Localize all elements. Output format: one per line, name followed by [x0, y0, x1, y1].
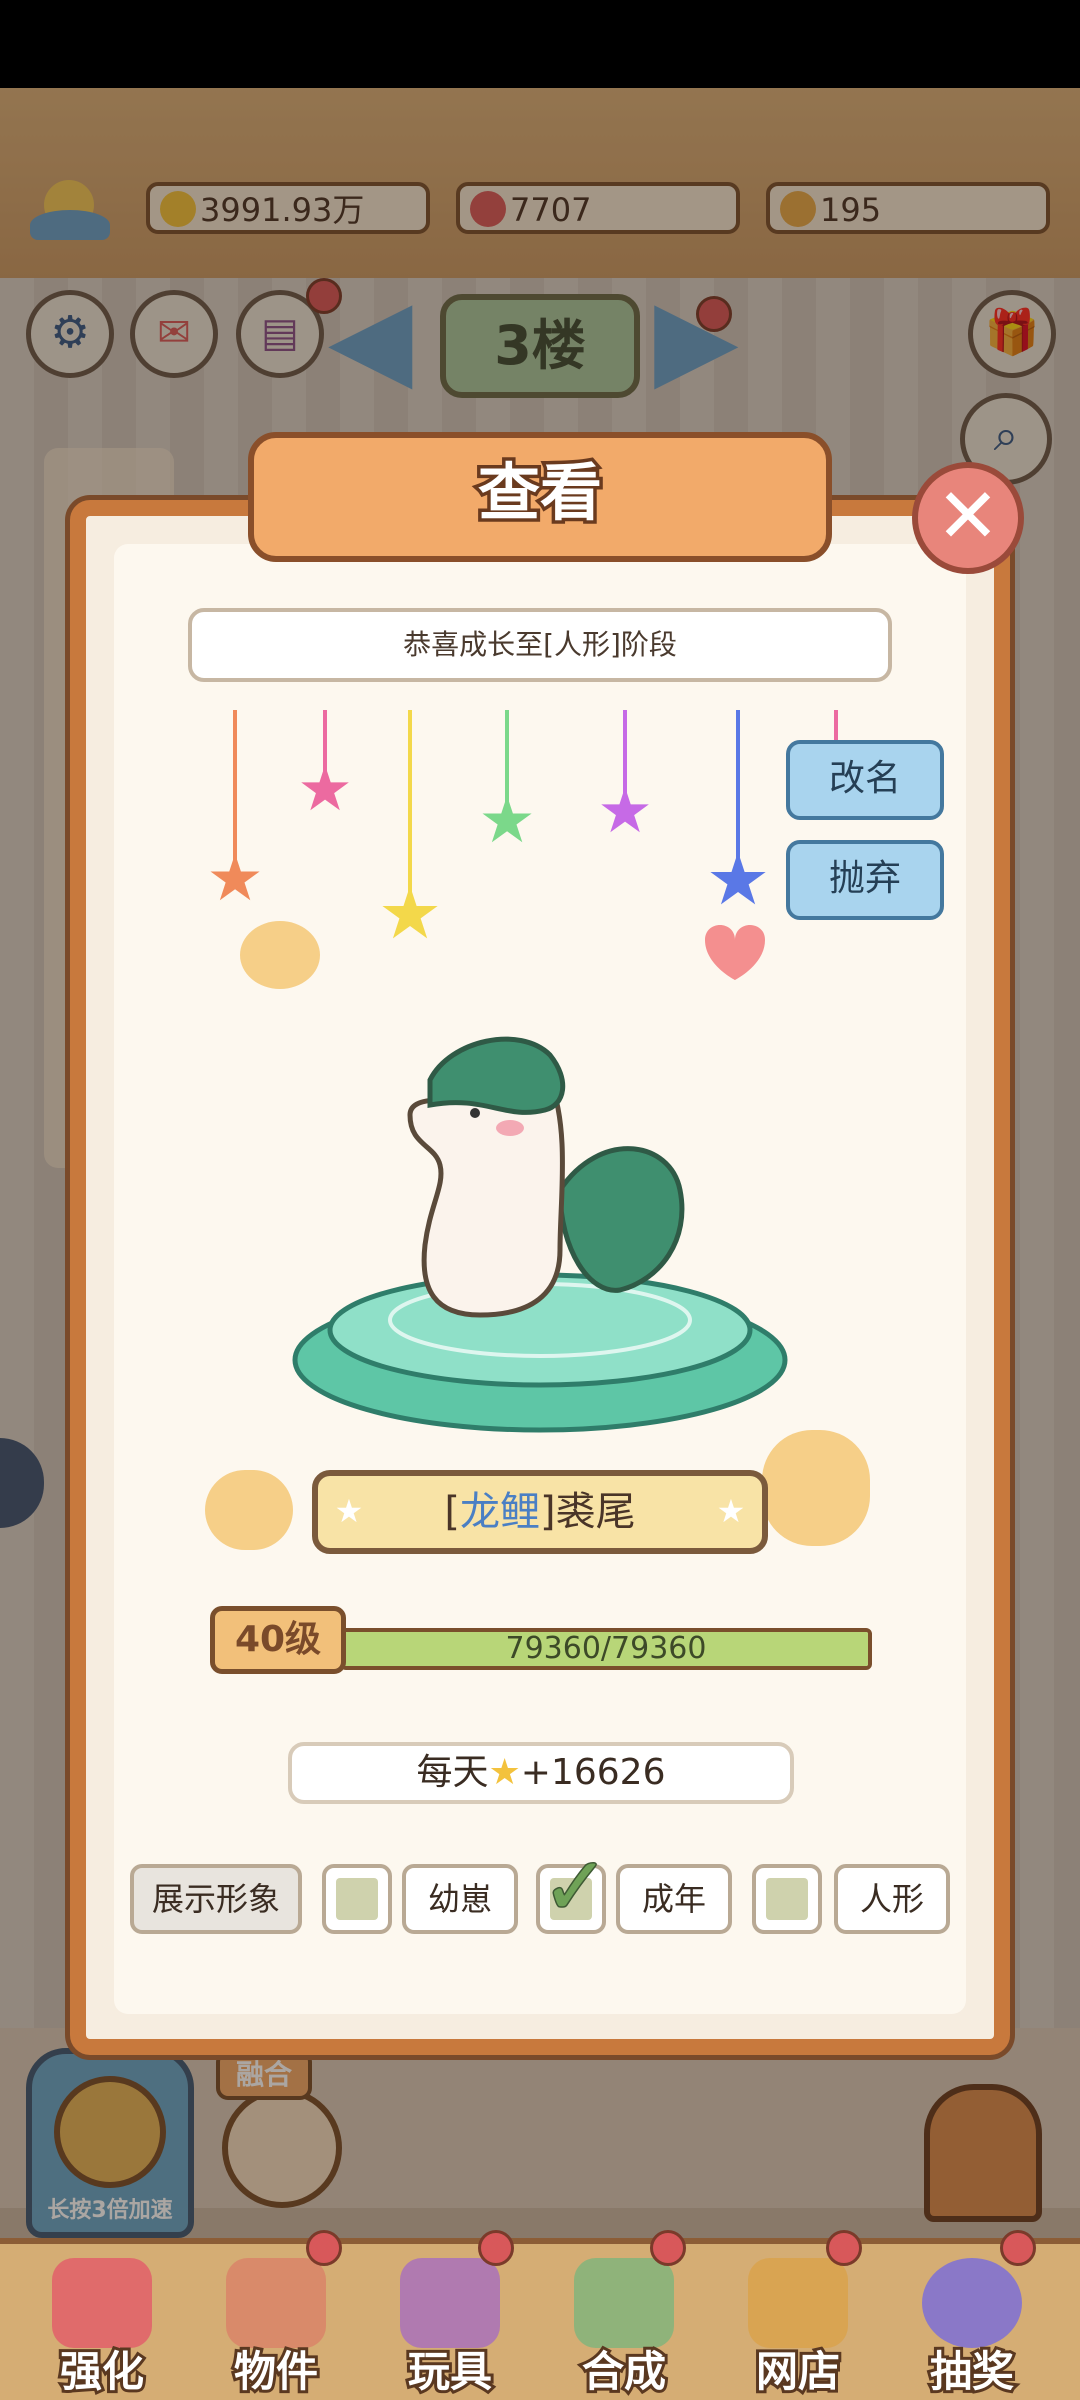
nav-enhance[interactable]: 强化	[32, 2250, 172, 2400]
nav-lottery[interactable]: 抽奖	[902, 2250, 1042, 2400]
form-baby-button[interactable]: 幼崽	[402, 1864, 518, 1934]
pet-name: ★ [龙鲤]裘尾 ★	[312, 1470, 768, 1554]
form-checkbox-adult[interactable]: ✓	[536, 1839, 611, 1935]
level-bar: 79360/79360 40级	[210, 1606, 872, 1676]
notification-dot	[478, 2230, 514, 2266]
form-checkbox-human[interactable]	[752, 1864, 822, 1934]
svg-text:★: ★	[206, 842, 263, 916]
display-label: 展示形象	[130, 1864, 302, 1934]
abandon-button[interactable]: 抛弃	[786, 840, 944, 920]
lollipop-icon	[52, 2258, 152, 2348]
svg-text:★: ★	[706, 837, 771, 921]
notification-dot	[826, 2230, 862, 2266]
bottom-nav: 强化 物件 玩具 合成 网店 抽奖	[0, 2230, 1080, 2400]
lottery-wheel-icon	[922, 2258, 1022, 2348]
piano-icon	[226, 2258, 326, 2348]
close-button[interactable]: ✕	[912, 462, 1024, 574]
nav-craft[interactable]: 合成	[554, 2250, 694, 2400]
craft-cards-icon	[574, 2258, 674, 2348]
svg-text:★: ★	[297, 752, 353, 825]
checkmark-icon: ✓	[540, 1839, 610, 1935]
nav-items[interactable]: 物件	[206, 2250, 346, 2400]
xp-progress: 79360/79360	[340, 1628, 872, 1670]
basket-icon	[748, 2258, 848, 2348]
form-checkbox-baby[interactable]	[322, 1864, 392, 1934]
pet-illustration	[292, 1036, 788, 1433]
star-icon: ★	[334, 1492, 364, 1530]
dialog-title: 查看	[248, 432, 832, 562]
star-icon: ★	[716, 1492, 746, 1530]
form-human-button[interactable]: 人形	[834, 1864, 950, 1934]
svg-text:★: ★	[478, 784, 535, 858]
notification-dot	[306, 2230, 342, 2266]
star-icon: ★	[488, 1752, 521, 1793]
notification-dot	[1000, 2230, 1036, 2266]
level-badge: 40级	[210, 1606, 346, 1674]
svg-text:★: ★	[597, 774, 653, 847]
svg-text:★: ★	[378, 871, 443, 955]
nav-toys[interactable]: 玩具	[380, 2250, 520, 2400]
paw-decoration	[762, 1430, 870, 1546]
rename-button[interactable]: 改名	[786, 740, 944, 820]
status-bar	[0, 0, 1080, 88]
daily-income: 每天★+16626	[288, 1742, 794, 1804]
form-adult-button[interactable]: 成年	[616, 1864, 732, 1934]
notification-dot	[650, 2230, 686, 2266]
toy-house-icon	[400, 2258, 500, 2348]
paw-decoration	[205, 1470, 293, 1550]
growth-message: 恭喜成长至[人形]阶段	[188, 608, 892, 682]
nav-shop[interactable]: 网店	[728, 2250, 868, 2400]
